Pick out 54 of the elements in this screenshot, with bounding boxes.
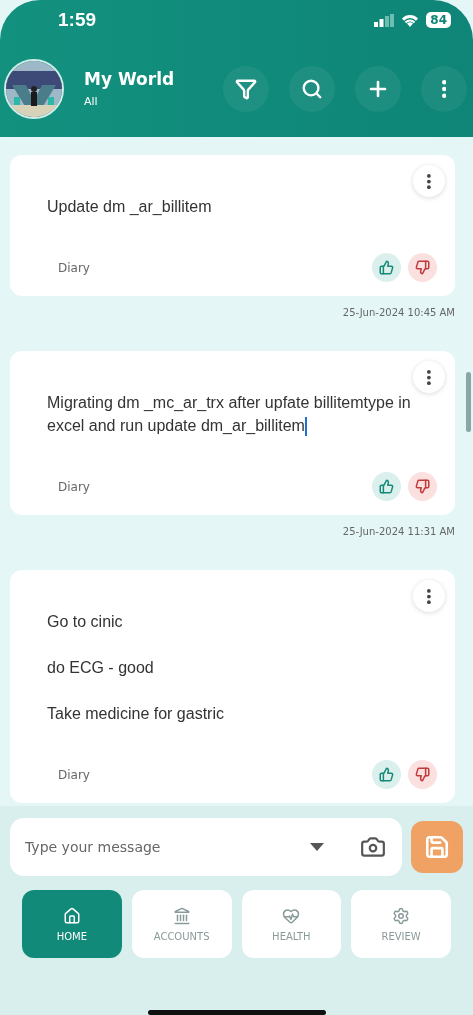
more-icon xyxy=(427,369,431,385)
note-text: Take medicine for gastric xyxy=(47,704,225,724)
more-icon xyxy=(441,79,447,98)
note-menu-button[interactable] xyxy=(413,361,445,393)
search-button[interactable] xyxy=(289,65,335,112)
thumbs-up-icon xyxy=(379,767,394,782)
signal-icon xyxy=(374,13,395,27)
home-icon xyxy=(62,906,81,925)
note-category: Diary xyxy=(58,260,90,275)
more-icon xyxy=(427,173,431,189)
battery-level: 84 xyxy=(426,12,451,28)
nav-tab[interactable]: ACCOUNTS xyxy=(131,890,232,958)
thumbs-down-button[interactable] xyxy=(408,472,437,501)
search-icon xyxy=(301,77,323,100)
heart-pulse-icon xyxy=(282,906,301,925)
thumbs-down-icon xyxy=(415,767,430,782)
thumbs-up-button[interactable] xyxy=(372,472,401,501)
thumbs-up-button[interactable] xyxy=(372,253,401,282)
scrollbar[interactable] xyxy=(466,372,471,432)
gear-icon xyxy=(392,906,411,925)
nav-tab[interactable]: HOME xyxy=(22,890,122,958)
thumbs-up-button[interactable] xyxy=(372,760,401,789)
app-title: My World xyxy=(84,69,176,89)
thumbs-up-icon xyxy=(379,479,394,494)
message-field[interactable]: Type your message xyxy=(23,838,296,856)
nav-tab[interactable]: REVIEW xyxy=(351,890,451,958)
thumbs-down-button[interactable] xyxy=(408,760,437,789)
note-text: Update dm _ar_billitem xyxy=(47,197,213,217)
note-category: Diary xyxy=(58,479,90,494)
note-text: do ECG - good xyxy=(47,658,155,678)
status-time: 1:59 xyxy=(58,9,97,31)
save-icon xyxy=(424,834,450,860)
note-category: Diary xyxy=(58,767,90,782)
wifi-icon xyxy=(401,13,420,27)
filter-subtitle: All xyxy=(84,95,99,108)
filter-button[interactable] xyxy=(223,65,269,112)
more-icon xyxy=(427,588,431,604)
thumbs-down-icon xyxy=(415,479,430,494)
note-menu-button[interactable] xyxy=(413,580,445,612)
bank-icon xyxy=(172,906,191,925)
camera-icon[interactable] xyxy=(360,834,386,860)
note-text: Migrating dm _mc_ar_trx after upfate billitemtype in excel and run update dm_ar_billitem xyxy=(47,391,437,437)
more-button[interactable] xyxy=(421,65,467,112)
thumbs-down-button[interactable] xyxy=(408,253,437,282)
thumbs-up-icon xyxy=(379,260,394,275)
note-timestamp: 25-Jun-2024 11:31 AM xyxy=(342,526,455,537)
dropdown-caret-icon[interactable] xyxy=(310,843,324,851)
note-text: Go to cinic xyxy=(47,612,124,632)
add-button[interactable] xyxy=(355,65,401,112)
filter-icon xyxy=(235,77,257,100)
thumbs-down-icon xyxy=(415,260,430,275)
note-timestamp: 25-Jun-2024 10:45 AM xyxy=(342,307,455,318)
nav-tab[interactable]: HEALTH xyxy=(241,890,342,958)
note-menu-button[interactable] xyxy=(413,165,445,197)
